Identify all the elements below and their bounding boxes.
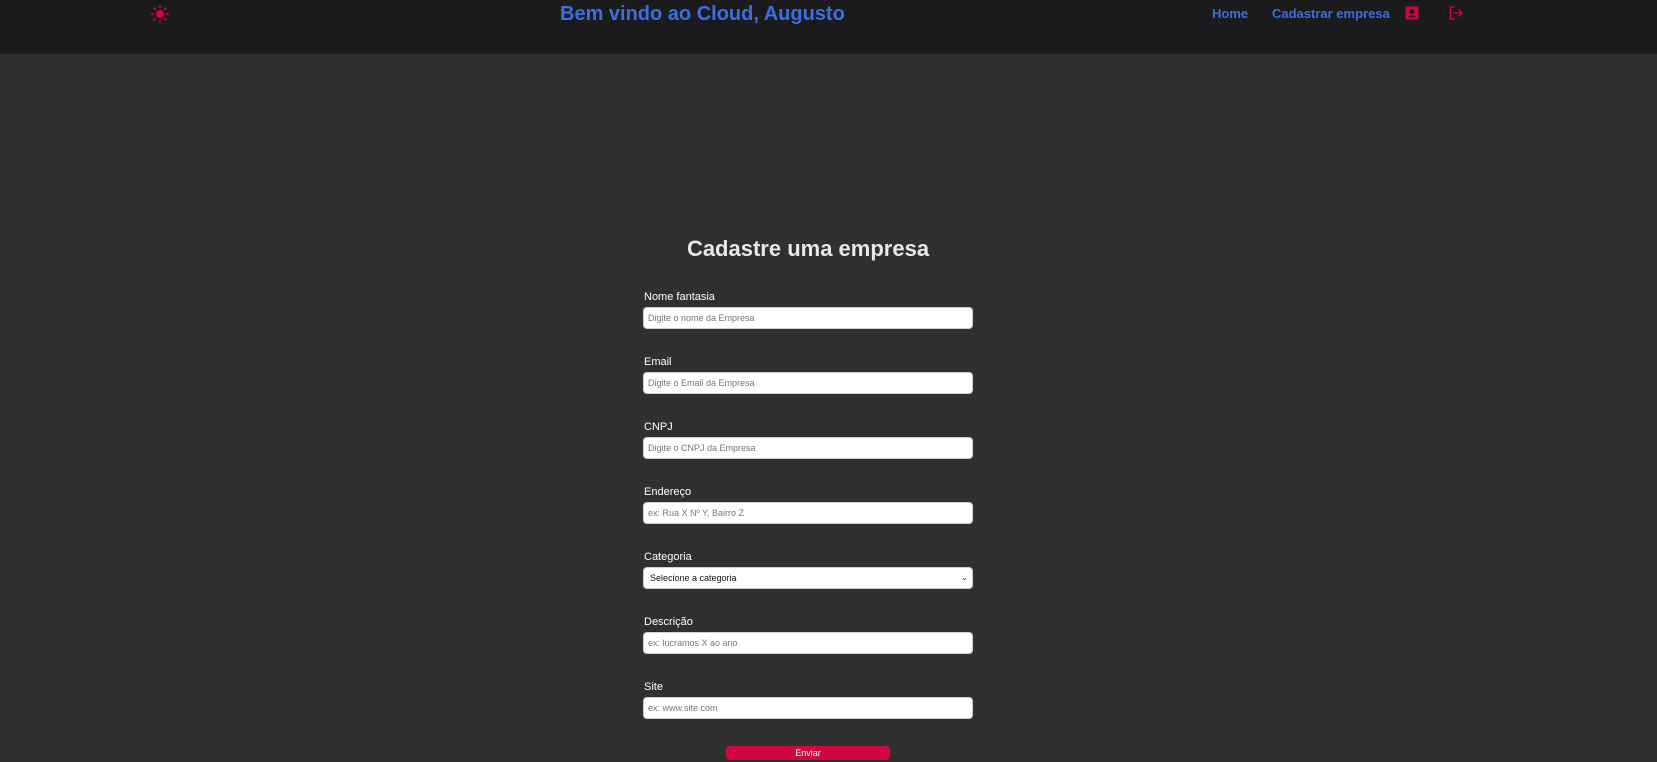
endereco-input[interactable] — [643, 502, 973, 524]
categoria-label: Categoria — [644, 551, 692, 563]
cnpj-input[interactable] — [643, 437, 973, 459]
endereco-label: Endereço — [644, 486, 692, 498]
categoria-selected-value: Selecione a categoria — [650, 573, 737, 583]
nome-fantasia-label: Nome fantasia — [644, 291, 715, 303]
nav-register-company-link[interactable]: Cadastrar empresa — [1272, 6, 1390, 21]
submit-button[interactable]: Enviar — [726, 746, 890, 760]
categoria-select[interactable]: Selecione a categoria ⌄ — [643, 567, 973, 589]
welcome-title: Bem vindo ao Cloud, Augusto — [560, 3, 845, 25]
descricao-label: Descrição — [644, 616, 693, 628]
top-navbar: Bem vindo ao Cloud, Augusto Home Cadastr… — [0, 0, 1657, 54]
email-label: Email — [644, 356, 672, 368]
chevron-down-icon: ⌄ — [961, 573, 968, 582]
profile-icon[interactable] — [1404, 5, 1420, 21]
logout-icon[interactable] — [1448, 5, 1464, 21]
nome-fantasia-input[interactable] — [643, 307, 973, 329]
cnpj-label: CNPJ — [644, 421, 673, 433]
descricao-input[interactable] — [643, 632, 973, 654]
form-title: Cadastre uma empresa — [686, 236, 930, 261]
site-input[interactable] — [643, 697, 973, 719]
site-label: Site — [644, 681, 663, 693]
sun-icon[interactable] — [150, 4, 170, 24]
email-input[interactable] — [643, 372, 973, 394]
nav-home-link[interactable]: Home — [1212, 6, 1248, 21]
